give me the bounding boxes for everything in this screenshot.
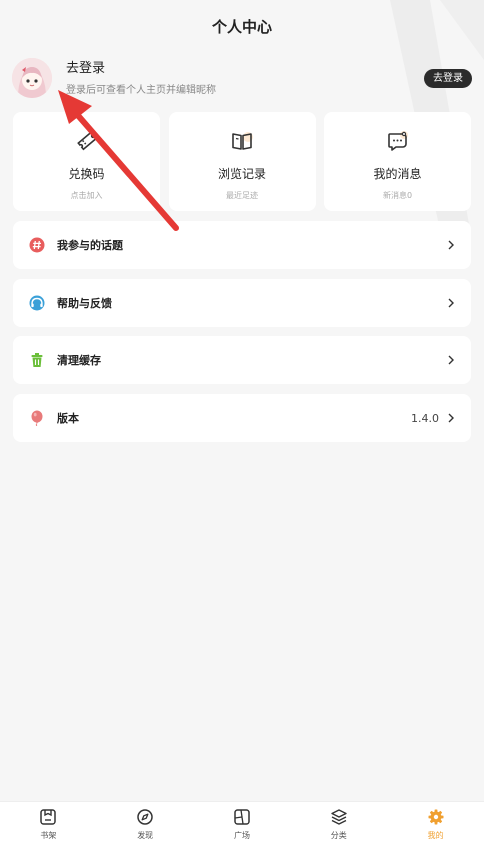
- tab-label: 广场: [233, 831, 250, 840]
- tab-mine[interactable]: 我的: [387, 802, 484, 847]
- menu-item-label: 清理缓存: [57, 354, 101, 367]
- compass-icon: [137, 809, 153, 825]
- redeem-code-card[interactable]: 兑换码 点击加入: [13, 112, 160, 211]
- gear-icon: [428, 809, 444, 825]
- menu-item-label: 帮助与反馈: [57, 297, 112, 310]
- login-prompt[interactable]: 去登录: [66, 60, 424, 78]
- chevron-right-icon: [448, 355, 454, 365]
- tab-label: 分类: [330, 831, 347, 840]
- redeem-code-label: 兑换码: [68, 167, 105, 181]
- quick-actions: 兑换码 点击加入 浏览记录 最近足迹 我的消息 新消息0: [13, 112, 471, 211]
- login-button[interactable]: 去登录: [424, 68, 472, 88]
- user-profile-row[interactable]: 去登录 登录后可查看个人主页并编辑昵称 去登录: [12, 56, 472, 100]
- hashtag-icon: [29, 237, 45, 253]
- avatar[interactable]: [12, 58, 52, 98]
- bottom-tab-bar: 书架 发现 广场 分类 我的: [0, 801, 484, 847]
- chevron-right-icon: [448, 413, 454, 423]
- tab-discover[interactable]: 发现: [97, 802, 194, 847]
- menu-item-help-feedback[interactable]: 帮助与反馈: [13, 279, 471, 327]
- tab-label: 我的: [427, 831, 444, 840]
- history-card[interactable]: 浏览记录 最近足迹: [168, 112, 316, 211]
- redeem-code-sub: 点击加入: [70, 191, 103, 200]
- balloon-icon: [31, 410, 43, 426]
- version-number: 1.4.0: [411, 411, 439, 425]
- tab-plaza[interactable]: 广场: [194, 802, 291, 847]
- menu-item-label: 我参与的话题: [57, 239, 123, 252]
- tab-label: 书架: [40, 831, 57, 840]
- login-hint: 登录后可查看个人主页并编辑昵称: [66, 85, 216, 96]
- message-icon: [387, 131, 408, 151]
- chevron-right-icon: [448, 298, 454, 308]
- menu-item-label: 版本: [57, 412, 79, 425]
- menu-item-clear-cache[interactable]: 清理缓存: [13, 336, 471, 384]
- messages-card[interactable]: 我的消息 新消息0: [324, 112, 471, 211]
- trash-icon: [31, 353, 43, 367]
- messages-sub: 新消息0: [382, 191, 413, 200]
- layers-icon: [331, 809, 347, 825]
- history-sub: 最近足迹: [226, 191, 258, 200]
- messages-label: 我的消息: [373, 167, 422, 181]
- tab-categories[interactable]: 分类: [290, 802, 387, 847]
- book-icon: [232, 132, 253, 150]
- tab-label: 发现: [137, 831, 154, 840]
- tab-bookshelf[interactable]: 书架: [0, 802, 97, 847]
- menu-item-topics[interactable]: 我参与的话题: [13, 221, 471, 269]
- history-label: 浏览记录: [217, 167, 266, 181]
- chevron-right-icon: [448, 240, 454, 250]
- menu-item-version[interactable]: 版本 1.4.0: [13, 394, 471, 442]
- ticket-icon: [76, 131, 97, 151]
- square-icon: [234, 809, 250, 825]
- help-icon: [29, 295, 45, 311]
- bookshelf-icon: [40, 809, 57, 825]
- page-title: 个人中心: [211, 17, 272, 36]
